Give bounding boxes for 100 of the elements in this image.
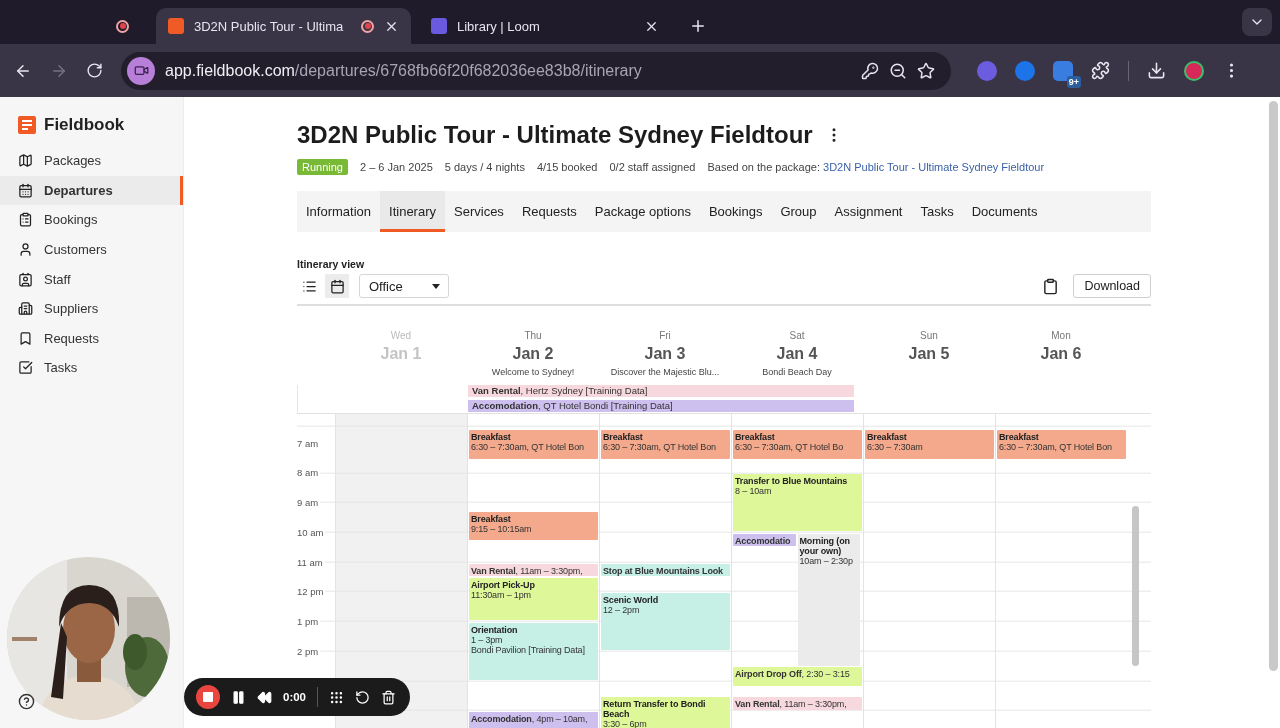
calendar-icon — [18, 182, 33, 198]
hour-label: 12 pm — [297, 586, 326, 598]
brand-name: Fieldbook — [44, 115, 125, 135]
extension-icon[interactable] — [1053, 60, 1073, 81]
tab-search-button[interactable] — [1242, 8, 1272, 36]
id-card-icon — [18, 271, 33, 287]
restart-icon[interactable] — [355, 689, 371, 705]
building-icon — [18, 301, 33, 317]
tab[interactable]: Package options — [585, 191, 700, 232]
package-label: Based on the package: — [707, 161, 820, 173]
extension-icon[interactable] — [977, 60, 997, 81]
nav-item[interactable]: Requests — [0, 323, 183, 354]
tab[interactable]: Services — [445, 191, 513, 232]
download-icon[interactable] — [1147, 61, 1166, 80]
puzzle-icon[interactable] — [1091, 61, 1110, 80]
map-icon — [18, 153, 33, 169]
browser-tab[interactable]: Library | Loom — [419, 8, 671, 44]
clipboard-icon[interactable] — [1042, 277, 1060, 295]
tab[interactable]: Itinerary — [380, 191, 445, 232]
star-icon[interactable] — [917, 61, 935, 80]
video-icon — [127, 56, 155, 85]
nav-item[interactable]: Tasks — [0, 353, 183, 383]
calendar-icon — [329, 278, 345, 294]
calendar-event[interactable]: Orientation 1 – 3pm Bondi Pavilion [Training Data] — [469, 622, 598, 680]
package-link[interactable]: 3D2N Public Tour - Ultimate Sydney Fieldtour — [823, 161, 1045, 173]
recording-time: 0:00 — [283, 691, 307, 703]
new-tab-icon[interactable] — [689, 17, 707, 35]
tab[interactable]: Tasks — [911, 191, 963, 232]
nav-item[interactable]: Packages — [0, 146, 183, 176]
hour-label: 9 am — [297, 497, 321, 509]
section-label: Itinerary view — [297, 258, 366, 270]
nav-item[interactable]: Staff — [0, 264, 183, 294]
calendar-event[interactable]: Breakfast 6:30 – 7:30am, QT Hotel Bon — [601, 429, 730, 459]
calendar-event[interactable]: Breakfast 6:30 – 7:30am — [865, 429, 994, 459]
zoom-out-icon[interactable] — [889, 61, 907, 80]
weekday-label: Fri — [659, 330, 671, 341]
tab[interactable]: Bookings — [699, 191, 772, 232]
status-tag: Running — [297, 159, 348, 175]
calendar-event[interactable]: Breakfast 9:15 – 10:15am — [469, 511, 598, 541]
clipboard-icon — [18, 212, 33, 228]
day-title: Bondi Beach Day — [762, 367, 832, 377]
scrollbar-thumb[interactable] — [1269, 101, 1278, 671]
pause-icon[interactable] — [231, 689, 246, 705]
calendar-event[interactable]: Airport Drop Off, 2:30 – 3:15 — [733, 667, 862, 686]
calendar-event[interactable]: Accomodation, 4pm – 10am, — [469, 712, 598, 728]
calendar-event[interactable]: Morning (on your own) 10am – 2:30p — [797, 533, 860, 667]
nav-item[interactable]: Suppliers — [0, 293, 183, 324]
profile-avatar[interactable] — [1184, 60, 1204, 81]
meta-text: 5 days / 4 nights — [444, 161, 525, 173]
all-day-event[interactable]: Accomodation, QT Hotel Bondi [Training Data] — [468, 400, 854, 412]
calendar-event[interactable]: Scenic World 12 – 2pm — [601, 593, 730, 651]
calendar-event[interactable]: Stop at Blue Mountains Look — [601, 563, 730, 576]
address-bar[interactable]: app.fieldbook.com/departures/6768fb66f20f682036ee83b8/itinerary — [121, 51, 951, 90]
tab-title: 3D2N Public Tour - Ultima — [194, 18, 345, 34]
browser-tab[interactable]: 3D2N Public Tour - Ultima — [156, 8, 411, 44]
reload-icon[interactable] — [86, 62, 103, 79]
weekday-label: Mon — [1051, 330, 1071, 341]
calendar-event[interactable]: Breakfast 6:30 – 7:30am, QT Hotel Bon — [997, 429, 1126, 459]
fieldbook-logo-icon — [18, 116, 36, 134]
grid-icon[interactable] — [329, 689, 345, 705]
calendar-event[interactable]: Van Rental, 11am – 3:30pm, — [469, 563, 598, 576]
hour-label: 8 am — [297, 467, 321, 479]
date-label: Jan 1 — [380, 345, 422, 363]
rewind-icon[interactable] — [257, 689, 272, 705]
view-select[interactable]: Office — [359, 274, 449, 298]
nav-item[interactable]: Customers — [0, 234, 183, 265]
tab[interactable]: Group — [771, 191, 826, 232]
page-title: 3D2N Public Tour - Ultimate Sydney Fieldtour — [297, 121, 813, 149]
calendar-event[interactable]: Airport Pick-Up 11:30am – 1pm — [469, 578, 598, 621]
tab[interactable]: Requests — [512, 191, 586, 232]
calendar-event[interactable]: Accomodatio — [733, 533, 796, 547]
extension-icon[interactable] — [1015, 60, 1035, 81]
all-day-event[interactable]: Van Rental, Hertz Sydney [Training Data] — [468, 385, 854, 397]
calendar-event[interactable]: Transfer to Blue Mountains 8 – 10am — [733, 474, 862, 532]
weekday-label: Sat — [789, 330, 805, 341]
day-title: Welcome to Sydney! — [491, 367, 575, 377]
tab[interactable]: Assignment — [825, 191, 912, 232]
date-label: Jan 5 — [908, 345, 950, 363]
calendar-event[interactable]: Breakfast 6:30 – 7:30am, QT Hotel Bo — [733, 429, 862, 459]
stop-button[interactable] — [196, 685, 220, 709]
meta-text: 4/15 booked — [536, 161, 598, 173]
tab[interactable]: Documents — [962, 191, 1047, 232]
calendar-event[interactable]: Van Rental, 11am – 3:30pm, — [733, 697, 862, 710]
weekday-label: Wed — [390, 330, 412, 341]
calendar-event[interactable]: Breakfast 6:30 – 7:30am, QT Hotel Bon — [469, 429, 598, 459]
date-label: Jan 3 — [644, 345, 686, 363]
download-button[interactable]: Download — [1073, 274, 1151, 298]
scrollbar-thumb[interactable] — [1132, 506, 1139, 666]
nav-item[interactable]: Bookings — [0, 205, 183, 235]
weekday-label: Thu — [524, 330, 542, 341]
nav-item[interactable]: Departures — [0, 175, 183, 206]
tab[interactable]: Information — [297, 191, 381, 232]
list-icon — [301, 278, 317, 294]
caret-icon — [432, 283, 440, 289]
help-icon[interactable] — [18, 693, 35, 710]
url-text: app.fieldbook.com/departures/6768fb66f20f682036ee83b8/itinerary — [165, 61, 643, 80]
meta-text: 2 – 6 Jan 2025 — [360, 161, 433, 173]
calendar-view-button[interactable] — [325, 274, 349, 298]
key-icon[interactable] — [861, 61, 879, 80]
trash-icon[interactable] — [381, 689, 397, 705]
